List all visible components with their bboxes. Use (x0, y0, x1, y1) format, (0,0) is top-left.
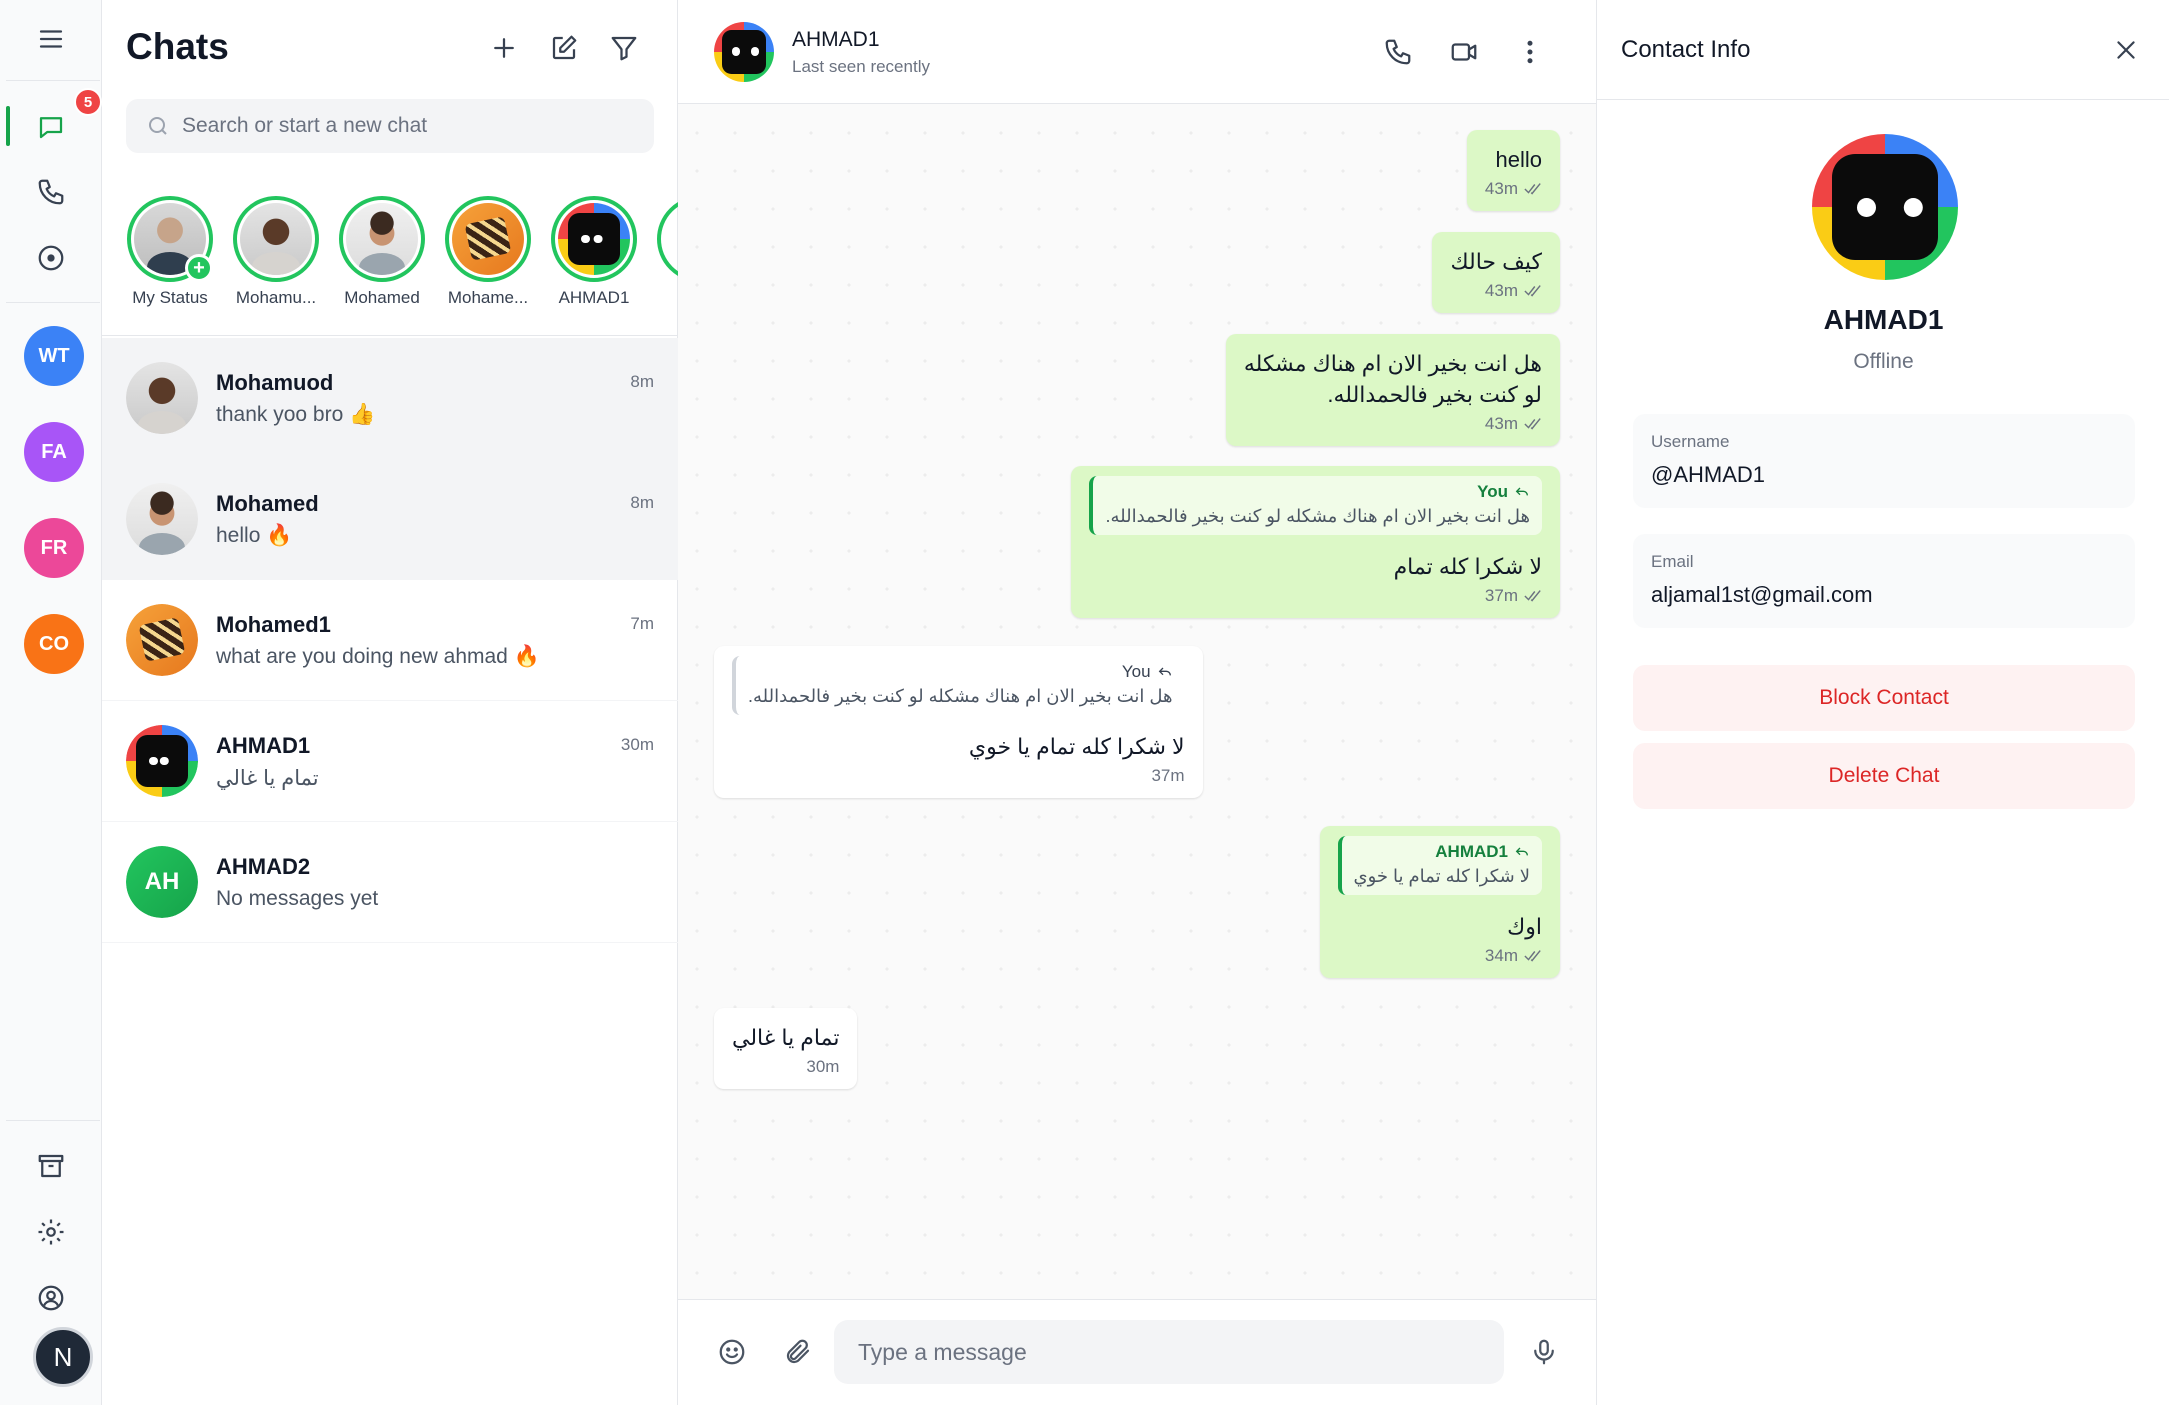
conversation-panel: AHMAD1 Last seen recently hello 43m كيف … (678, 0, 1596, 1405)
message-bubble-outgoing[interactable]: AHMAD1 لا شكرا كله تمام يا خوي اوك 34m (1319, 826, 1560, 978)
archive-icon[interactable] (24, 1139, 78, 1193)
reply-arrow-icon (1515, 487, 1528, 496)
contact-info-header: Contact Info (1597, 0, 2169, 100)
message-bubble-outgoing[interactable]: هل انت بخير الان ام هناك مشكله لو كنت بخ… (1225, 334, 1560, 446)
voice-call-phone-icon[interactable] (1376, 30, 1420, 74)
contact-info-panel: Contact Info AHMAD1 Offline Username @AH… (1596, 0, 2169, 1405)
contact-status: Offline (1853, 350, 1914, 373)
story-item[interactable]: Mohame... (438, 196, 538, 308)
email-field: Email aljamal1st@gmail.com (1633, 534, 2135, 628)
calls-nav-icon[interactable] (24, 165, 78, 219)
reply-quote[interactable]: AHMAD1 لا شكرا كله تمام يا خوي (1337, 836, 1542, 895)
search-input[interactable] (182, 114, 654, 138)
attach-paperclip-icon[interactable] (776, 1330, 820, 1374)
rail-divider (6, 1120, 100, 1121)
close-icon[interactable] (2106, 30, 2146, 70)
rail-divider (6, 302, 100, 303)
unread-badge: 5 (74, 88, 102, 116)
more-options-icon[interactable] (1508, 30, 1552, 74)
nav-rail: 5 WT FA FR CO N (0, 0, 102, 1405)
compose-icon[interactable] (544, 28, 584, 68)
active-indicator (6, 106, 10, 146)
read-check-icon (1524, 590, 1541, 602)
avatar[interactable] (714, 22, 774, 82)
reply-arrow-icon (1158, 667, 1171, 676)
chat-list-panel: Chats + My Status Mohamu... Mohamed Moha… (102, 0, 678, 1405)
read-check-icon (1524, 285, 1541, 297)
username-field: Username @AHMAD1 (1633, 414, 2135, 508)
message-bubble-outgoing[interactable]: كيف حالك 43m (1432, 232, 1560, 313)
microphone-icon[interactable] (1522, 1330, 1566, 1374)
new-chat-plus-icon[interactable] (484, 28, 524, 68)
chat-list-item[interactable]: Mohamed1 what are you doing new ahmad 🔥 … (102, 580, 678, 701)
add-status-plus-icon[interactable]: + (185, 254, 213, 282)
chat-list-item[interactable]: Mohamuod thank yoo bro 👍 8m (102, 338, 678, 459)
read-check-icon (1524, 950, 1541, 962)
search-icon (149, 117, 167, 135)
group-avatar-fa[interactable]: FA (24, 422, 84, 482)
video-call-icon[interactable] (1442, 30, 1486, 74)
story-item[interactable]: . (650, 196, 678, 308)
message-bubble-outgoing[interactable]: You هل انت بخير الان ام هناك مشكله لو كن… (1071, 466, 1560, 618)
block-contact-button[interactable]: Block Contact (1633, 665, 2135, 731)
group-avatar-co[interactable]: CO (24, 614, 84, 674)
message-composer (678, 1299, 1596, 1405)
page-title: Chats (126, 26, 229, 67)
filter-icon[interactable] (604, 28, 644, 68)
search-bar (126, 99, 654, 153)
read-check-icon (1524, 418, 1541, 430)
chat-list-item[interactable]: AH AHMAD2 No messages yet (102, 822, 678, 943)
avatar: AH (126, 846, 198, 918)
group-avatar-wt[interactable]: WT (24, 326, 84, 386)
avatar (126, 362, 198, 434)
avatar (126, 604, 198, 676)
group-avatar-fr[interactable]: FR (24, 518, 84, 578)
menu-icon[interactable] (24, 12, 78, 66)
message-bubble-incoming[interactable]: You هل انت بخير الان ام هناك مشكله لو كن… (714, 646, 1203, 798)
message-bubble-outgoing[interactable]: hello 43m (1466, 130, 1560, 211)
delete-chat-button[interactable]: Delete Chat (1633, 743, 2135, 809)
my-avatar[interactable]: N (33, 1327, 93, 1387)
contact-name[interactable]: AHMAD1 (792, 28, 880, 52)
conversation-header: AHMAD1 Last seen recently (678, 0, 1596, 104)
rail-divider (6, 80, 100, 81)
profile-icon[interactable] (24, 1271, 78, 1325)
chat-list-item[interactable]: Mohamed hello 🔥 8m (102, 459, 678, 580)
status-strip: + My Status Mohamu... Mohamed Mohame... … (102, 180, 678, 336)
chat-list-item[interactable]: AHMAD1 تمام يا غالي 30m (102, 701, 678, 822)
status-nav-icon[interactable] (24, 231, 78, 285)
reply-quote[interactable]: You هل انت بخير الان ام هناك مشكله لو كن… (732, 656, 1185, 715)
last-seen: Last seen recently (792, 57, 930, 76)
message-input[interactable] (834, 1320, 1504, 1384)
story-item[interactable]: Mohamu... (226, 196, 326, 308)
story-item[interactable]: + My Status (120, 196, 220, 308)
emoji-smiley-icon[interactable] (710, 1330, 754, 1374)
contact-avatar (1812, 134, 1958, 280)
chats-nav-icon[interactable] (24, 100, 78, 154)
settings-gear-icon[interactable] (24, 1205, 78, 1259)
story-item[interactable]: AHMAD1 (544, 196, 644, 308)
avatar (126, 725, 198, 797)
panel-title: Contact Info (1621, 36, 1751, 63)
message-bubble-incoming[interactable]: تمام يا غالي 30m (714, 1008, 858, 1089)
story-item[interactable]: Mohamed (332, 196, 432, 308)
avatar (126, 483, 198, 555)
read-check-icon (1524, 183, 1541, 195)
reply-quote[interactable]: You هل انت بخير الان ام هناك مشكله لو كن… (1089, 476, 1542, 535)
contact-name: AHMAD1 (1823, 304, 1944, 335)
reply-arrow-icon (1515, 847, 1528, 856)
